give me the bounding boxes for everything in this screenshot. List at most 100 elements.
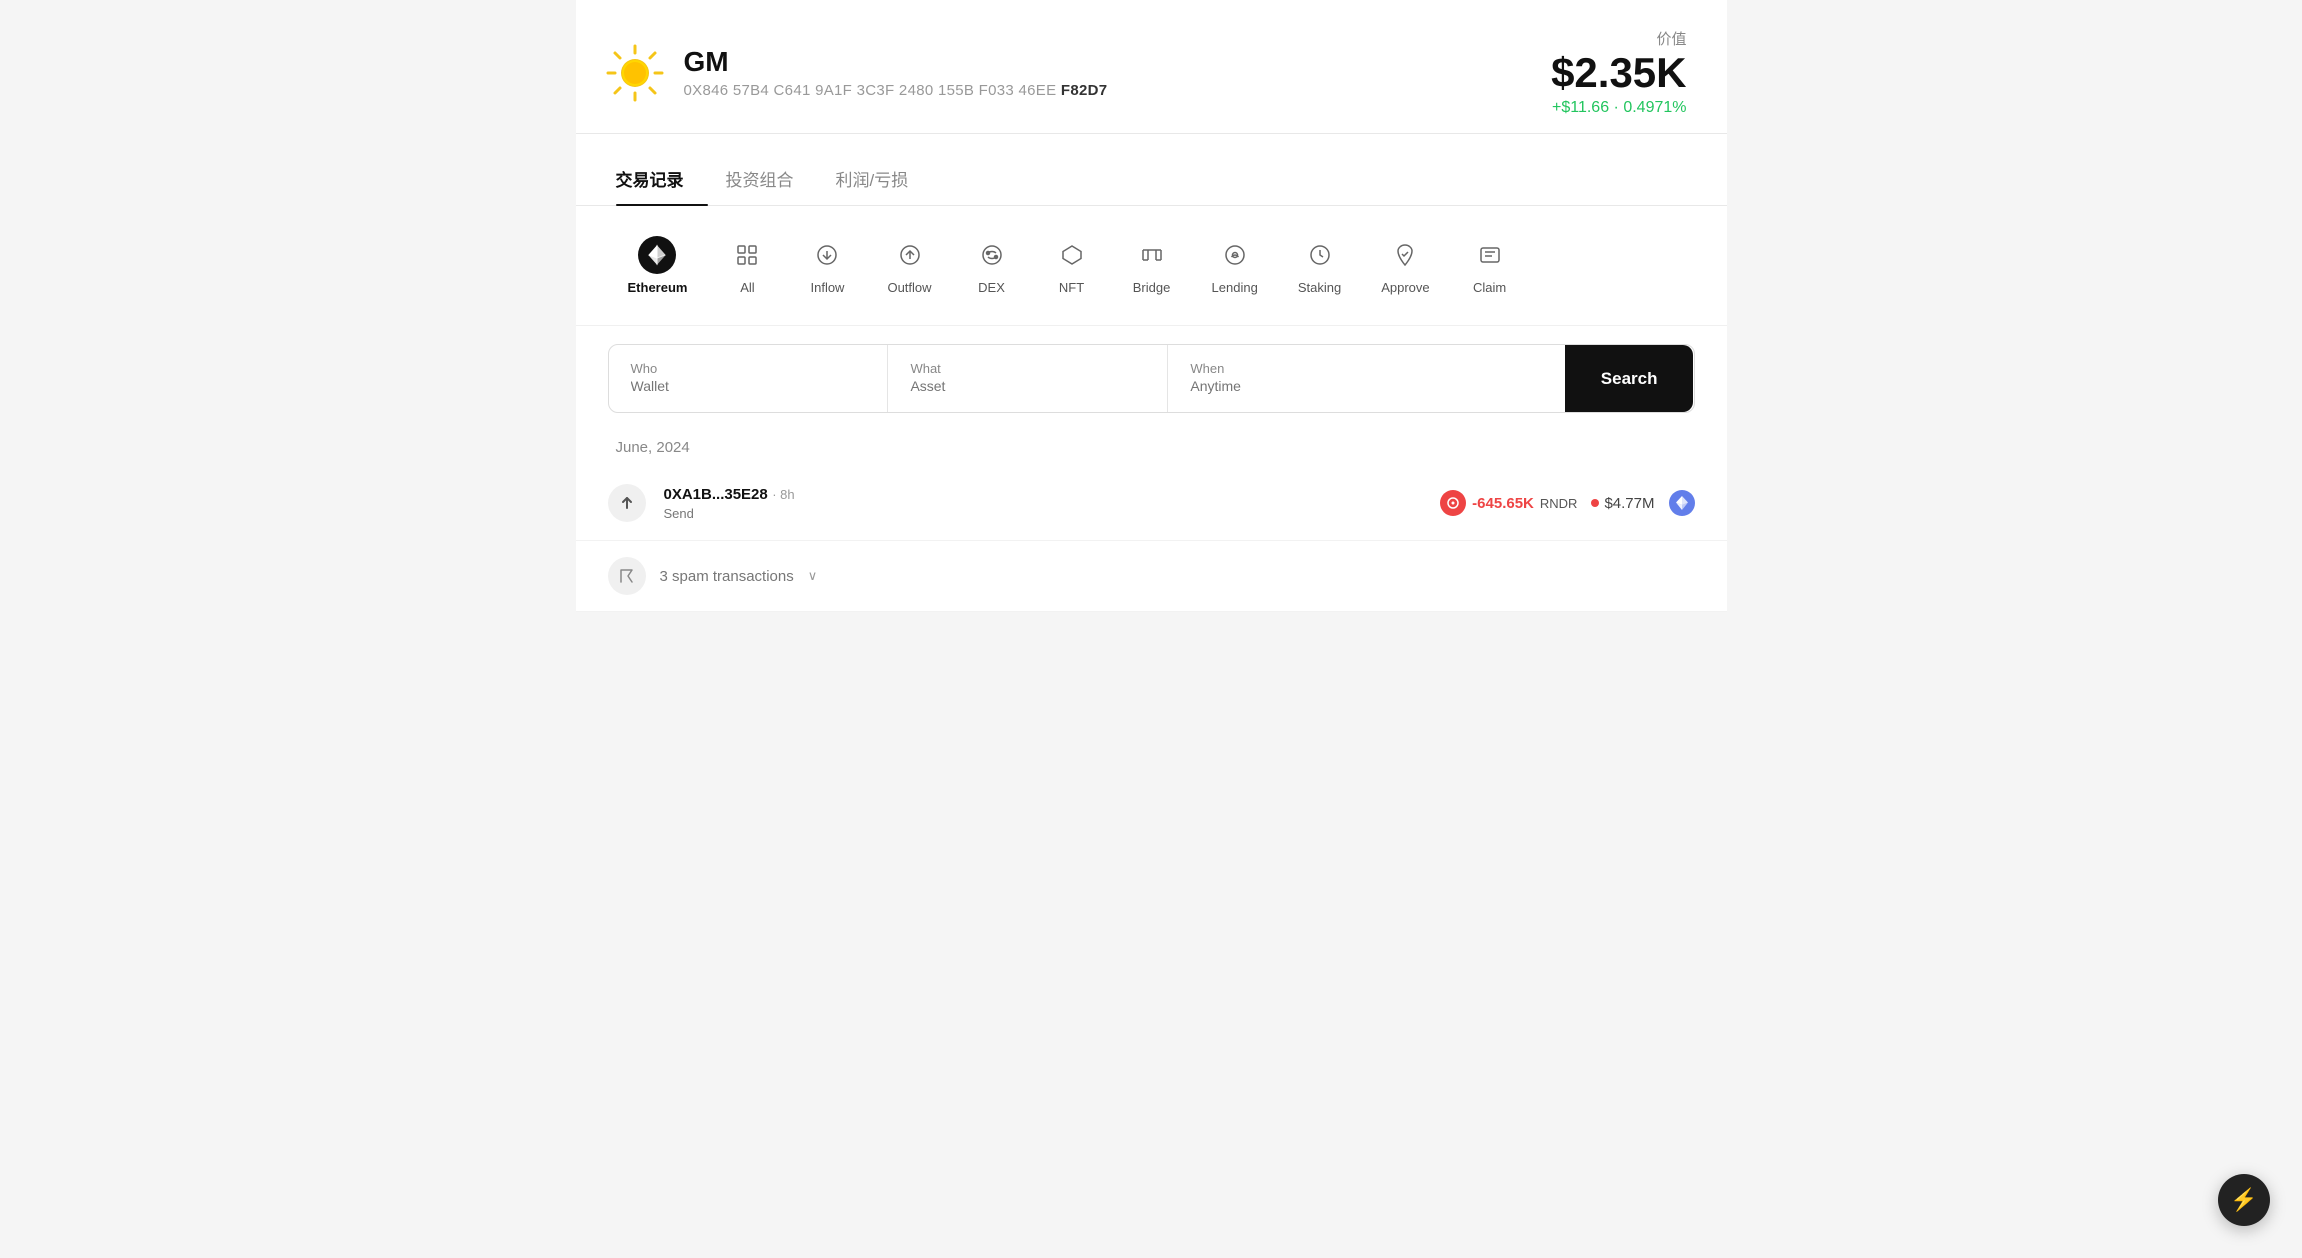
nft-icon-wrap — [1053, 236, 1091, 274]
cat-nft-label: NFT — [1059, 280, 1084, 295]
tx-info: 0XA1B...35E28 · 8h Send — [664, 486, 1423, 521]
category-bar: Ethereum All In — [576, 206, 1727, 326]
spam-chevron-icon: ∨ — [808, 568, 818, 584]
cat-dex-label: DEX — [978, 280, 1005, 295]
cat-bridge-label: Bridge — [1133, 280, 1171, 295]
staking-icon-wrap — [1301, 236, 1339, 274]
approve-icon — [1393, 243, 1417, 267]
who-label: Who — [631, 361, 866, 376]
all-icon-wrap — [728, 236, 766, 274]
cat-nft[interactable]: NFT — [1032, 228, 1112, 303]
when-input[interactable] — [1190, 378, 1542, 394]
who-input[interactable] — [631, 378, 866, 394]
eth-icon — [646, 244, 668, 266]
wallet-name: GM — [684, 47, 1108, 78]
address-prefix: 0X846 — [684, 82, 729, 99]
what-label: What — [910, 361, 1145, 376]
cat-claim[interactable]: Claim — [1450, 228, 1530, 303]
eth-chain-icon — [1674, 495, 1690, 511]
value-label: 价值 — [1551, 28, 1686, 49]
change-pct: 0.4971% — [1623, 99, 1686, 116]
cat-staking[interactable]: Staking — [1278, 228, 1361, 303]
cat-bridge[interactable]: Bridge — [1112, 228, 1192, 303]
cat-outflow-label: Outflow — [887, 280, 931, 295]
search-when-field: When — [1168, 345, 1564, 412]
search-who-field: Who — [609, 345, 889, 412]
when-label: When — [1190, 361, 1542, 376]
bridge-icon-wrap — [1133, 236, 1171, 274]
tx-time: · 8h — [772, 487, 794, 502]
cat-staking-label: Staking — [1298, 280, 1341, 295]
cat-approve-label: Approve — [1381, 280, 1429, 295]
section-date: June, 2024 — [576, 431, 1727, 466]
search-button[interactable]: Search — [1565, 345, 1694, 412]
usd-dot — [1591, 499, 1599, 507]
fab-button[interactable]: ⚡ — [2218, 1174, 2270, 1226]
tx-direction-icon — [608, 484, 646, 522]
cat-claim-label: Claim — [1473, 280, 1506, 295]
what-input[interactable] — [910, 378, 1145, 394]
tab-bar: 交易记录 投资组合 利润/亏损 — [576, 152, 1727, 206]
lending-icon-wrap — [1216, 236, 1254, 274]
cat-lending[interactable]: Lending — [1192, 228, 1278, 303]
dex-icon — [980, 243, 1004, 267]
spam-row[interactable]: 3 spam transactions ∨ — [576, 541, 1727, 612]
header-left: GM 0X846 57B4 C641 9A1F 3C3F 2480 155B F… — [604, 42, 1108, 104]
bridge-icon — [1140, 243, 1164, 267]
portfolio-change: +$11.66 · 0.4971% — [1551, 99, 1686, 117]
tx-hash: 0XA1B...35E28 — [664, 486, 768, 503]
search-bar: Who What When Search — [608, 344, 1695, 413]
cat-ethereum-label: Ethereum — [628, 280, 688, 295]
all-icon — [735, 243, 759, 267]
tx-chain-icon — [1669, 490, 1695, 516]
tx-amount: -645.65K — [1472, 495, 1534, 512]
rndr-token-icon — [1440, 490, 1466, 516]
change-separator: · — [1614, 99, 1624, 116]
cat-dex[interactable]: DEX — [952, 228, 1032, 303]
tx-usd: $4.77M — [1591, 495, 1654, 512]
cat-lending-label: Lending — [1212, 280, 1258, 295]
address-body: 57B4 C641 9A1F 3C3F 2480 155B F033 46EE — [728, 82, 1061, 99]
tab-transactions[interactable]: 交易记录 — [616, 152, 708, 205]
address-suffix: F82D7 — [1061, 82, 1108, 99]
staking-icon — [1308, 243, 1332, 267]
outflow-icon-wrap — [891, 236, 929, 274]
nft-icon — [1060, 243, 1084, 267]
dex-icon-wrap — [973, 236, 1011, 274]
portfolio-value: $2.35K — [1551, 49, 1686, 97]
approve-icon-wrap — [1386, 236, 1424, 274]
inflow-icon-wrap — [808, 236, 846, 274]
tx-usd-value: $4.77M — [1604, 495, 1654, 512]
lending-icon — [1223, 243, 1247, 267]
claim-icon-wrap — [1471, 236, 1509, 274]
spam-label: 3 spam transactions — [660, 568, 794, 585]
search-what-field: What — [888, 345, 1168, 412]
tx-token-name: RNDR — [1540, 496, 1578, 511]
sun-icon — [604, 42, 666, 104]
tab-portfolio[interactable]: 投资组合 — [726, 152, 818, 205]
cat-approve[interactable]: Approve — [1361, 228, 1449, 303]
eth-icon-wrap — [638, 236, 676, 274]
cat-inflow[interactable]: Inflow — [787, 228, 867, 303]
claim-icon — [1478, 243, 1502, 267]
table-row: 0XA1B...35E28 · 8h Send -645.65K RNDR — [576, 466, 1727, 541]
header-right: 价值 $2.35K +$11.66 · 0.4971% — [1551, 28, 1686, 117]
flag-icon — [618, 567, 636, 585]
cat-outflow[interactable]: Outflow — [867, 228, 951, 303]
change-amount: +$11.66 — [1552, 99, 1609, 116]
cat-all-label: All — [740, 280, 754, 295]
inflow-icon — [815, 243, 839, 267]
cat-ethereum[interactable]: Ethereum — [608, 228, 708, 303]
tx-type: Send — [664, 506, 1423, 521]
rndr-icon — [1444, 494, 1462, 512]
wallet-address: 0X846 57B4 C641 9A1F 3C3F 2480 155B F033… — [684, 82, 1108, 99]
cat-all[interactable]: All — [707, 228, 787, 303]
header-info: GM 0X846 57B4 C641 9A1F 3C3F 2480 155B F… — [684, 47, 1108, 99]
tab-pnl[interactable]: 利润/亏损 — [836, 152, 933, 205]
tx-right: -645.65K RNDR $4.77M — [1440, 490, 1694, 516]
header: GM 0X846 57B4 C641 9A1F 3C3F 2480 155B F… — [576, 0, 1727, 134]
spam-flag-icon — [608, 557, 646, 595]
send-arrow-icon — [618, 494, 636, 512]
outflow-icon — [898, 243, 922, 267]
tx-token: -645.65K RNDR — [1440, 490, 1577, 516]
